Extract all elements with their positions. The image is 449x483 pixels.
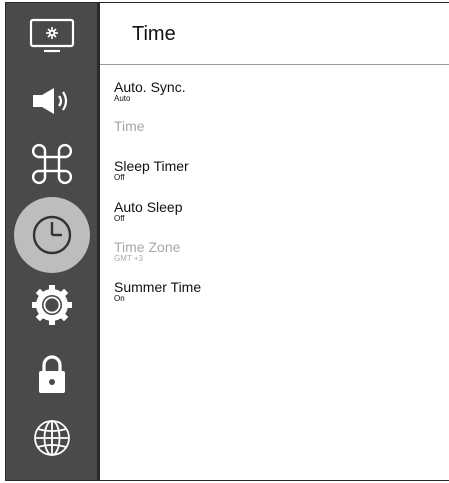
menu-item-label: Auto. Sync. — [114, 79, 186, 95]
menu-item-value: On — [114, 294, 125, 303]
active-highlight — [13, 197, 90, 273]
sidebar-item-lock[interactable] — [6, 343, 97, 405]
sidebar-item-command[interactable] — [6, 133, 97, 195]
sidebar-divider — [97, 3, 100, 480]
menu-item-value: GMT +3 — [114, 254, 143, 263]
menu-item-label: Sleep Timer — [114, 158, 189, 174]
menu-item-value: Off — [114, 173, 125, 182]
sidebar-item-settings[interactable] — [6, 274, 97, 336]
menu-item-auto-sleep[interactable]: Auto Sleep Off — [114, 200, 183, 223]
globe-icon — [30, 416, 74, 460]
menu-item-label: Auto Sleep — [114, 199, 183, 215]
sidebar-item-picture[interactable] — [6, 5, 97, 67]
sidebar-item-time[interactable] — [6, 197, 97, 273]
picture-settings-icon — [29, 18, 75, 54]
gear-icon — [30, 283, 74, 327]
menu-item-value: Auto — [114, 94, 131, 103]
page-header: Time — [100, 3, 449, 65]
sound-icon — [30, 86, 74, 116]
lock-icon — [32, 352, 72, 396]
sidebar-item-sound[interactable] — [6, 70, 97, 132]
menu-item-sleep-timer[interactable]: Sleep Timer Off — [114, 159, 189, 182]
menu-item-label: Summer Time — [114, 279, 202, 295]
menu-item-time: Time — [114, 119, 145, 134]
sidebar — [6, 3, 97, 480]
menu-item-time-zone: Time Zone GMT +3 — [114, 240, 180, 263]
menu-item-summer-time[interactable]: Summer Time On — [114, 280, 201, 303]
menu-item-auto-sync[interactable]: Auto. Sync. Auto — [114, 80, 186, 103]
command-icon — [30, 142, 74, 186]
menu-item-label: Time — [114, 118, 145, 134]
sidebar-item-language[interactable] — [6, 407, 97, 469]
menu-item-value: Off — [114, 214, 125, 223]
clock-icon — [30, 213, 74, 257]
menu-item-label: Time Zone — [114, 239, 181, 255]
page-title: Time — [132, 23, 176, 45]
